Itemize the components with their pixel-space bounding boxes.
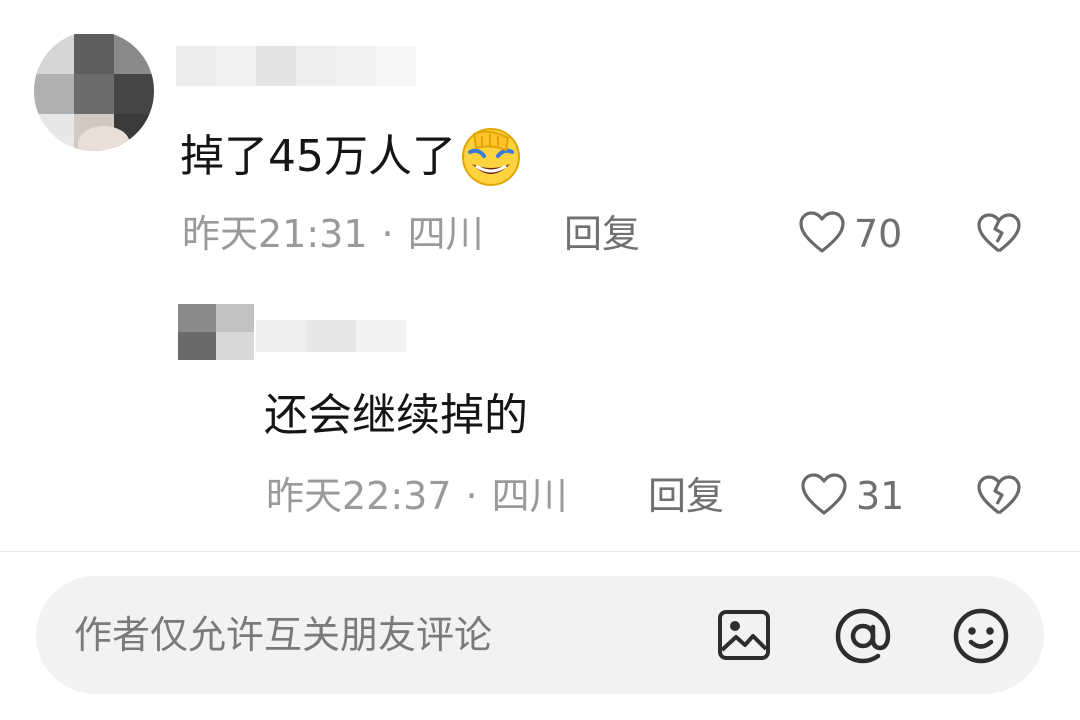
comment-text: 还会继续掉的 [264,390,528,442]
comment-item: 还会继续掉的 昨天22:37 · 四川 回复 31 [0,290,1080,545]
comment-item: 掉了45万人了 昨天21:31 · 四川 回复 70 [0,0,1080,280]
comment-location: 四川 [491,474,568,518]
username-blurred[interactable] [176,40,416,100]
heart-outline-icon [798,210,846,258]
avatar[interactable] [34,34,154,152]
comment-time: 昨天21:31 [182,212,368,256]
like-button[interactable]: 31 [800,472,904,520]
comment-meta: 昨天21:31 · 四川 [182,212,484,256]
at-mention-icon[interactable] [834,607,892,669]
like-count: 31 [856,474,905,518]
broken-heart-icon[interactable] [976,212,1022,258]
comment-input-placeholder: 作者仅允许互关朋友评论 [74,613,493,657]
comment-location: 四川 [407,212,484,256]
comment-meta: 昨天22:37 · 四川 [266,474,568,518]
reply-button[interactable]: 回复 [648,474,724,518]
comment-body: 还会继续掉的 [264,390,528,441]
like-count: 70 [854,212,903,256]
comment-body: 掉了45万人了 [180,131,456,182]
comment-text: 掉了45万人了 [180,126,522,188]
meta-separator: · [465,474,478,518]
broken-heart-icon[interactable] [976,474,1022,520]
avatar[interactable] [178,304,254,360]
comment-input-bar[interactable]: 作者仅允许互关朋友评论 [36,576,1044,694]
reply-button[interactable]: 回复 [564,212,640,256]
image-icon[interactable] [716,607,772,667]
comment-time: 昨天22:37 [266,474,452,518]
facepalm-laughing-emoji-icon [460,126,522,188]
divider [0,551,1080,552]
username-blurred[interactable] [256,316,406,356]
meta-separator: · [381,212,394,256]
heart-outline-icon [800,472,848,520]
emoji-smile-icon[interactable] [952,607,1010,669]
like-button[interactable]: 70 [798,210,902,258]
